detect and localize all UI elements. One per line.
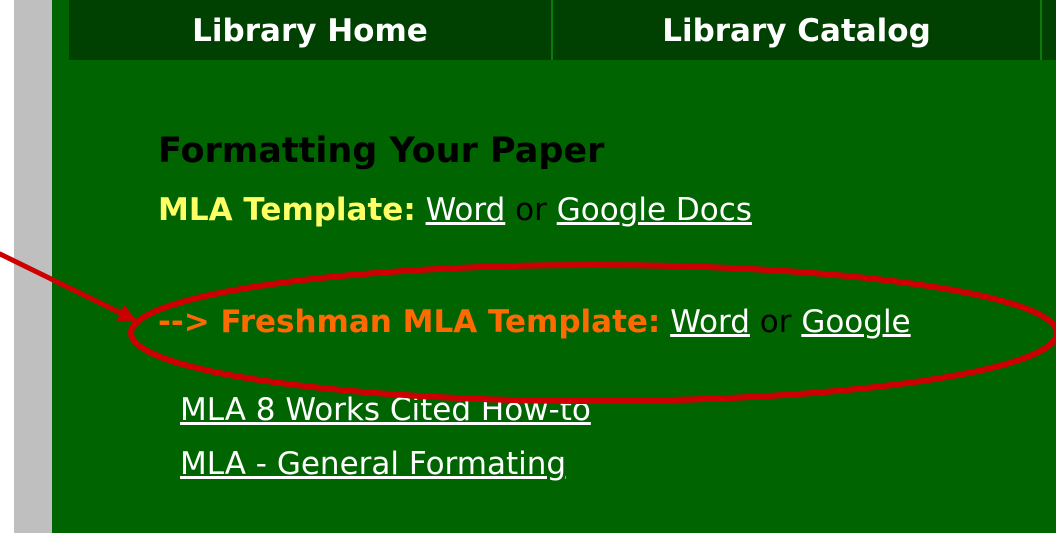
top-navigation: Library Home Library Catalog xyxy=(69,0,1056,60)
left-gray-border xyxy=(14,0,52,533)
freshman-word-link[interactable]: Word xyxy=(670,304,750,340)
general-formatting-link[interactable]: MLA - General Formating xyxy=(180,444,566,484)
nav-partial-item[interactable] xyxy=(1042,0,1056,60)
section-title: Formatting Your Paper xyxy=(158,131,605,171)
mla-template-label: MLA Template: xyxy=(158,192,416,228)
library-formatting-page: Library Home Library Catalog Formatting … xyxy=(0,0,1056,533)
freshman-template-line: --> Freshman MLA Template: Word or Googl… xyxy=(158,302,911,342)
works-cited-how-to-link[interactable]: MLA 8 Works Cited How-to xyxy=(180,390,591,430)
freshman-template-label: --> Freshman MLA Template: xyxy=(158,304,661,340)
freshman-google-link[interactable]: Google xyxy=(801,304,910,340)
nav-library-catalog[interactable]: Library Catalog xyxy=(553,0,1042,60)
mla-or-text: or xyxy=(515,192,547,228)
mla-google-docs-link[interactable]: Google Docs xyxy=(557,192,752,228)
mla-word-link[interactable]: Word xyxy=(426,192,506,228)
nav-library-home[interactable]: Library Home xyxy=(69,0,553,60)
freshman-or-text: or xyxy=(759,304,792,340)
mla-template-line: MLA Template: Word or Google Docs xyxy=(158,190,752,230)
